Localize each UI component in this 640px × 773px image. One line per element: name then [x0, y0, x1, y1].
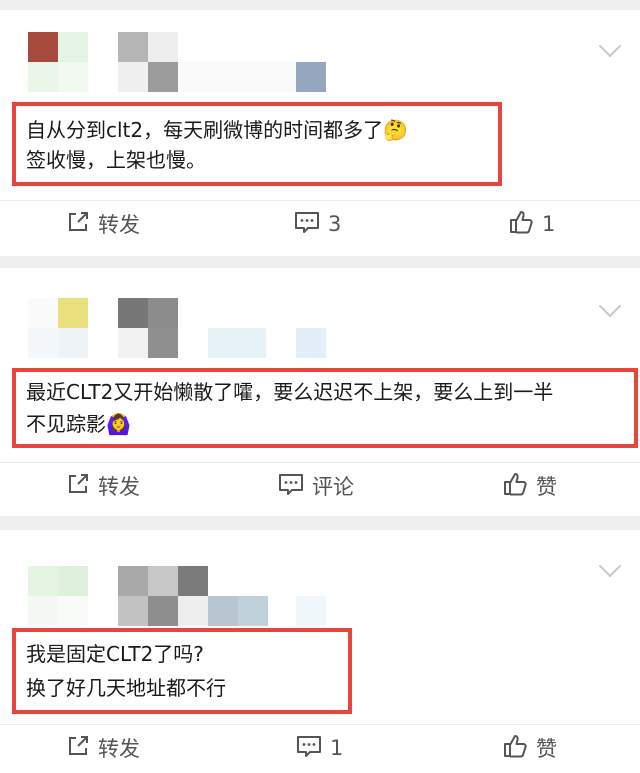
username-mosaic[interactable] — [118, 32, 148, 62]
comment-icon — [294, 210, 328, 239]
post-text-line: 最近CLT2又开始懒散了嚯，要么迟迟不上架，要么上到一半 — [26, 380, 554, 404]
username-mosaic — [148, 62, 178, 92]
post-text-highlight: 最近CLT2又开始懒散了嚯，要么迟迟不上架，要么上到一半 不见踪影🙆‍♀️ — [12, 368, 638, 448]
repost-label: 转发 — [98, 737, 140, 761]
username-mosaic — [148, 328, 178, 358]
action-bar: 转发 3 1 — [0, 200, 640, 248]
username-mosaic[interactable] — [118, 566, 148, 596]
repost-button[interactable]: 转发 — [66, 200, 140, 248]
badge-mosaic — [296, 328, 326, 358]
like-button[interactable]: 赞 — [502, 462, 557, 510]
avatar[interactable] — [28, 566, 58, 596]
badge-mosaic — [296, 62, 326, 92]
comment-count: 3 — [328, 212, 342, 236]
repost-label: 转发 — [98, 213, 140, 237]
post-text-line: 我是固定CLT2了吗? — [26, 642, 204, 666]
avatar-mosaic — [58, 32, 88, 62]
chevron-down-icon[interactable] — [598, 554, 622, 578]
feed-card-3: 我是固定CLT2了吗? 换了好几天地址都不行 转发 1 赞 — [0, 530, 640, 773]
repost-button[interactable]: 转发 — [66, 724, 140, 772]
post-text-line: 自从分到clt2，每天刷微博的时间都多了🤔 — [26, 118, 409, 142]
username-mosaic — [238, 596, 268, 626]
post-text-highlight: 我是固定CLT2了吗? 换了好几天地址都不行 — [12, 628, 352, 714]
comment-icon — [278, 472, 312, 501]
post-text-line: 签收慢，上架也慢。 — [26, 148, 206, 172]
comment-count: 1 — [330, 736, 344, 760]
username-mosaic — [178, 596, 208, 626]
username-mosaic — [118, 62, 148, 92]
username-mosaic — [208, 596, 238, 626]
avatar-mosaic — [58, 62, 88, 92]
thumbs-up-icon — [508, 209, 542, 240]
action-bar: 转发 评论 赞 — [0, 462, 640, 510]
like-button[interactable]: 1 — [508, 200, 555, 248]
username-mosaic[interactable] — [118, 298, 148, 328]
repost-button[interactable]: 转发 — [66, 462, 140, 510]
comment-icon — [296, 734, 330, 763]
username-mosaic — [178, 566, 208, 596]
like-button[interactable]: 赞 — [502, 724, 557, 772]
post-text-line: 换了好几天地址都不行 — [26, 676, 226, 700]
avatar-mosaic — [28, 596, 58, 626]
thumbs-up-icon — [502, 471, 536, 502]
username-mosaic — [118, 596, 148, 626]
avatar[interactable] — [28, 298, 58, 328]
avatar-mosaic — [58, 328, 88, 358]
repost-label: 转发 — [98, 475, 140, 499]
chevron-down-icon[interactable] — [598, 34, 622, 58]
chevron-down-icon[interactable] — [598, 294, 622, 318]
action-bar: 转发 1 赞 — [0, 724, 640, 772]
comment-button[interactable]: 1 — [296, 724, 343, 772]
avatar-mosaic — [58, 566, 88, 596]
post-text-line: 不见踪影🙆‍♀️ — [26, 412, 131, 436]
thumbs-up-icon — [502, 733, 536, 764]
comment-button[interactable]: 3 — [294, 200, 341, 248]
username-mosaic — [208, 328, 266, 358]
like-count: 1 — [542, 212, 556, 236]
feed-card-1: 自从分到clt2，每天刷微博的时间都多了🤔 签收慢，上架也慢。 转发 3 1 — [0, 10, 640, 256]
avatar[interactable] — [28, 32, 58, 62]
username-mosaic — [148, 32, 178, 62]
repost-icon — [66, 734, 98, 763]
badge-mosaic — [296, 596, 326, 626]
username-mosaic — [178, 62, 296, 92]
avatar-mosaic — [28, 62, 58, 92]
feed-card-2: 最近CLT2又开始懒散了嚯，要么迟迟不上架，要么上到一半 不见踪影🙆‍♀️ 转发… — [0, 268, 640, 516]
comment-label: 评论 — [312, 475, 354, 499]
post-text-highlight: 自从分到clt2，每天刷微博的时间都多了🤔 签收慢，上架也慢。 — [12, 102, 502, 186]
avatar-mosaic — [28, 328, 58, 358]
like-label: 赞 — [536, 475, 557, 499]
username-mosaic — [118, 328, 148, 358]
username-mosaic — [148, 596, 178, 626]
avatar-mosaic — [58, 298, 88, 328]
repost-icon — [66, 210, 98, 239]
like-label: 赞 — [536, 737, 557, 761]
repost-icon — [66, 472, 98, 501]
avatar-mosaic — [58, 596, 88, 626]
comment-button[interactable]: 评论 — [278, 462, 354, 510]
username-mosaic — [148, 566, 178, 596]
username-mosaic — [148, 298, 178, 328]
